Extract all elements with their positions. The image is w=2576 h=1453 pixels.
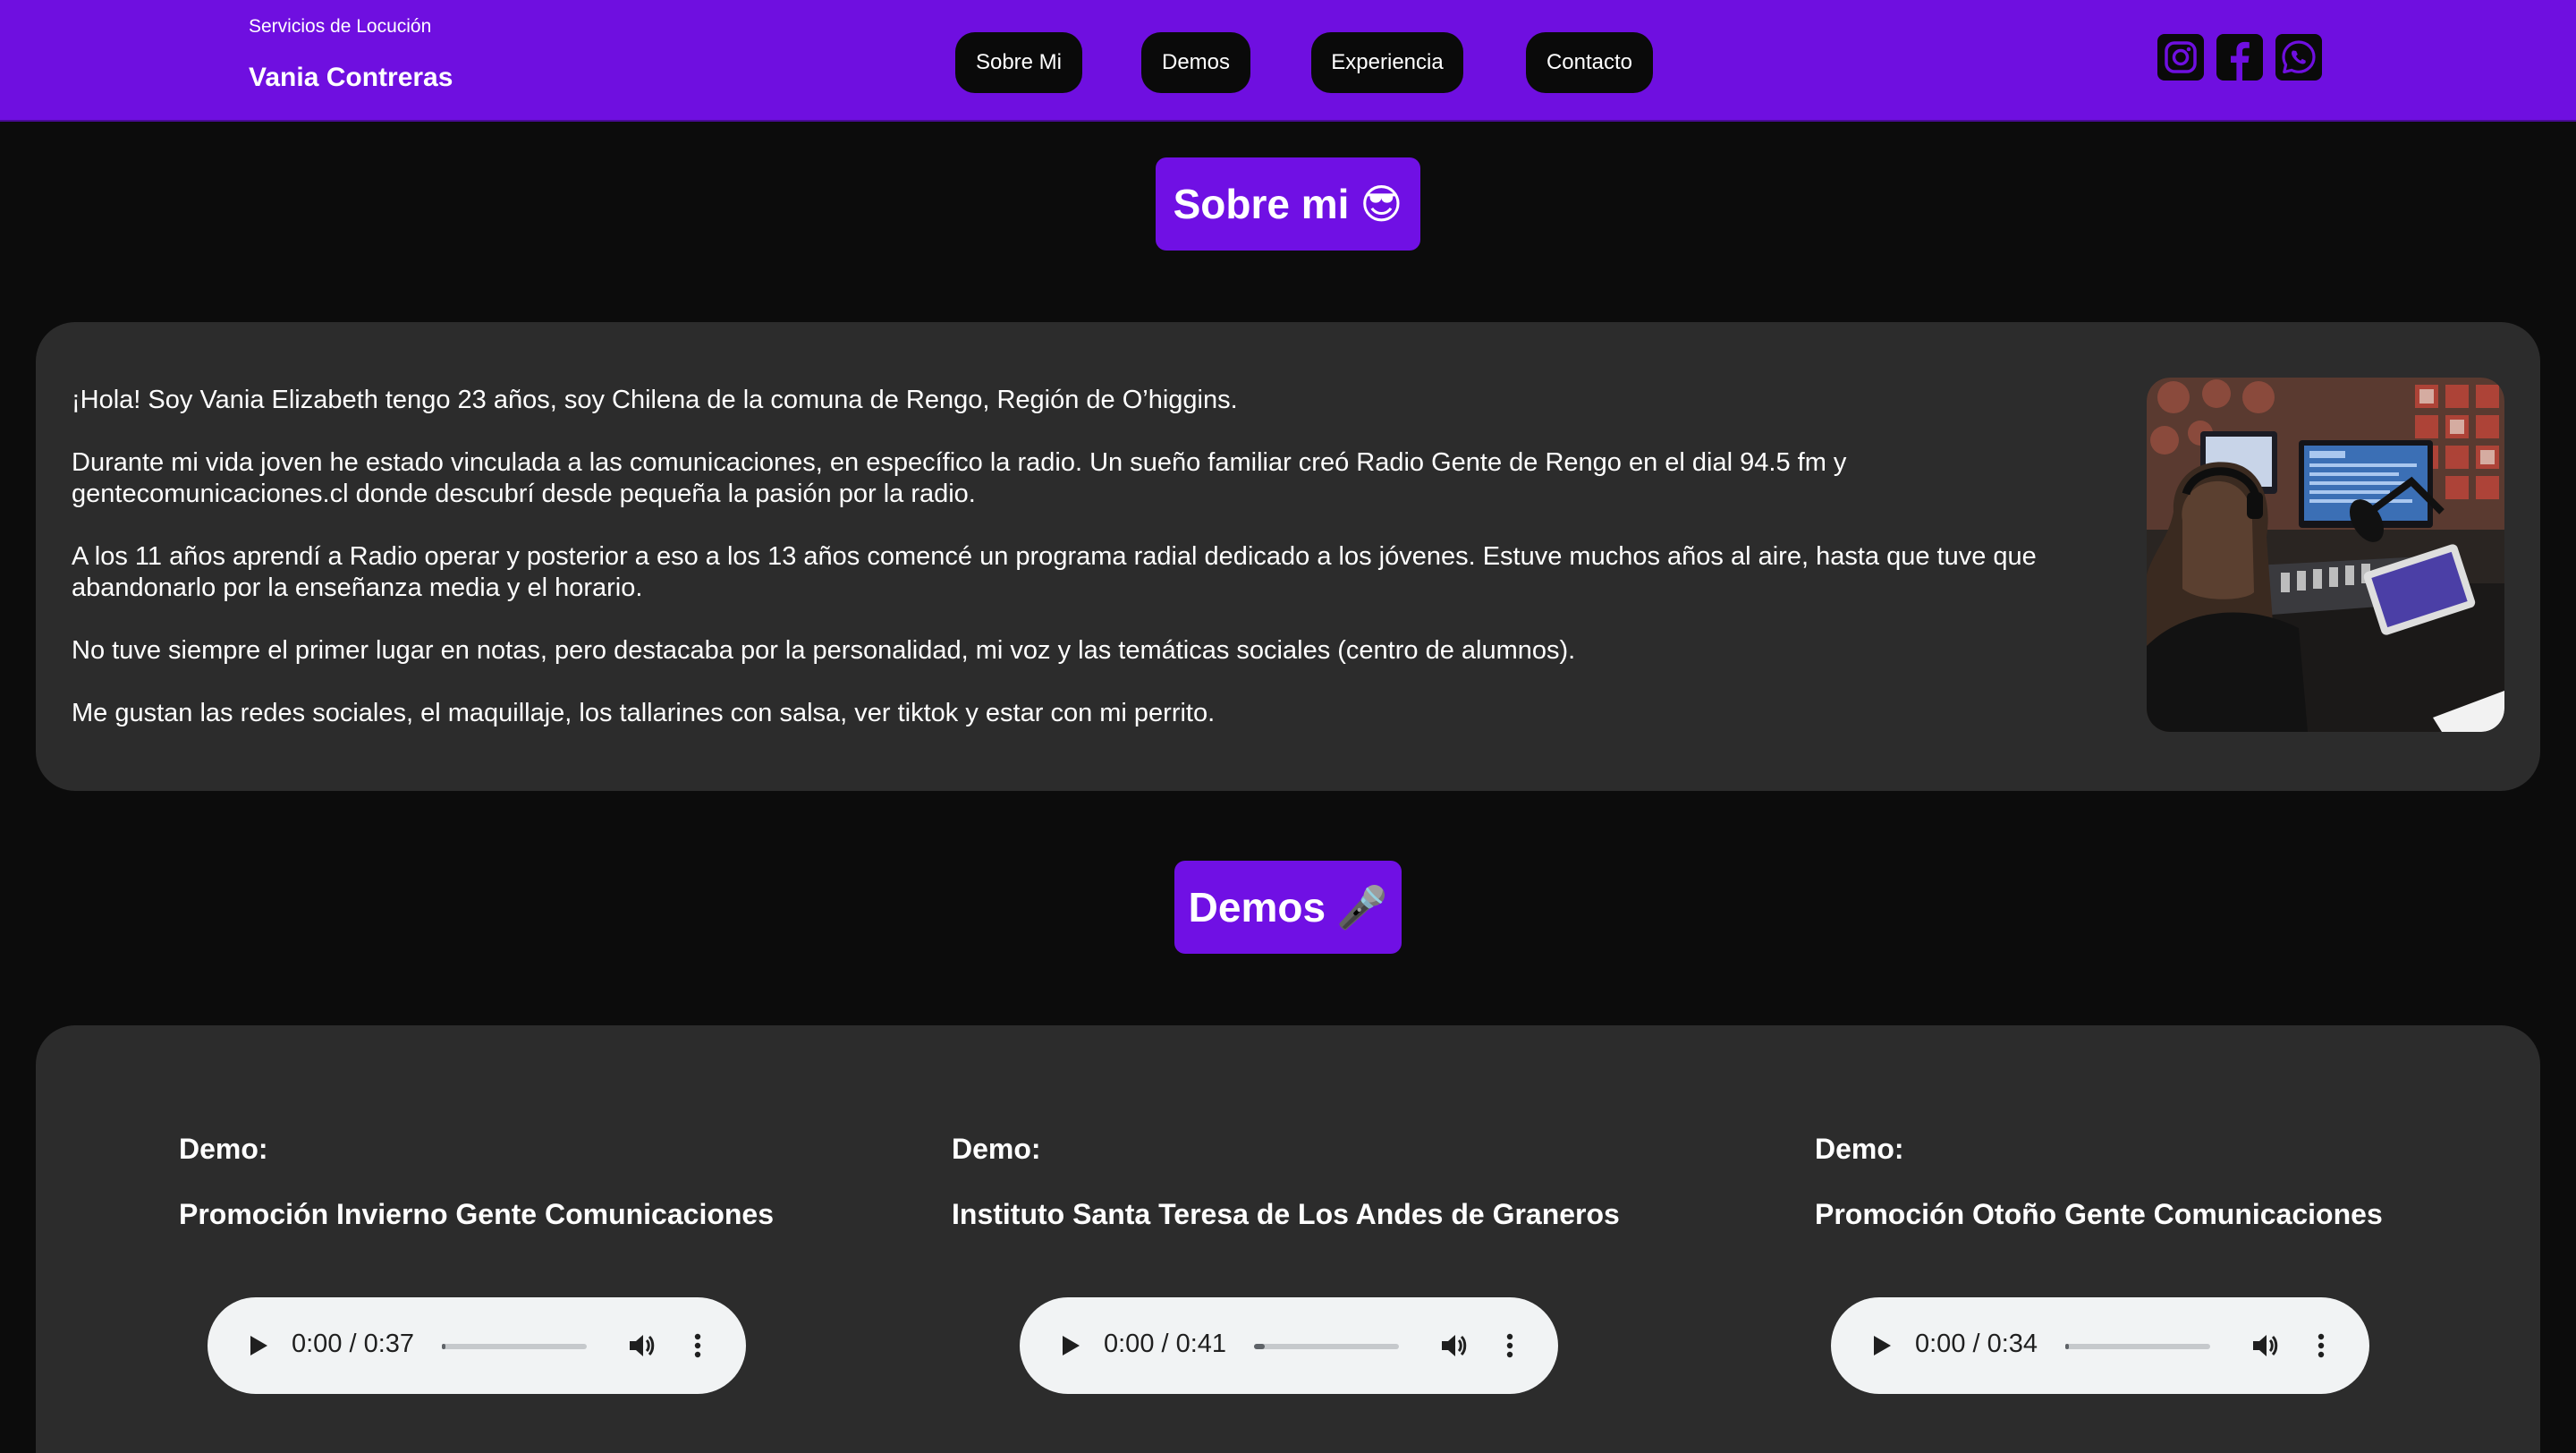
facebook-icon[interactable] xyxy=(2216,34,2263,81)
page: Servicios de Locución Vania Contreras So… xyxy=(0,0,2576,1453)
nav-demos-button[interactable]: Demos xyxy=(1141,32,1250,93)
audio-time: 0:00 / 0:41 xyxy=(1104,1330,1227,1358)
about-paragraph: Durante mi vida joven he estado vinculad… xyxy=(72,448,1847,508)
nav-sobre-mi-button[interactable]: Sobre Mi xyxy=(955,32,1082,93)
about-text: ¡Hola! Soy Vania Elizabeth tengo 23 años… xyxy=(72,385,2129,760)
microphone-emoji-icon: 🎤 xyxy=(1336,883,1388,930)
volume-icon[interactable] xyxy=(626,1330,658,1362)
audio-progress-fill xyxy=(442,1344,445,1349)
more-options-icon[interactable] xyxy=(1499,1330,1521,1362)
demo-label: Demo: xyxy=(952,1133,1041,1165)
demo-item: Demo: Promoción Invierno Gente Comunicac… xyxy=(179,1133,774,1231)
instagram-icon[interactable] xyxy=(2157,34,2204,81)
audio-player: 0:00 / 0:34 xyxy=(1831,1297,2369,1394)
demos-section-title: Demos 🎤 xyxy=(1174,861,1402,954)
nav-contacto-button[interactable]: Contacto xyxy=(1526,32,1653,93)
demos-title-text: Demos xyxy=(1188,884,1326,930)
volume-icon[interactable] xyxy=(2250,1330,2282,1362)
about-paragraph: No tuve siempre el primer lugar en notas… xyxy=(72,636,1576,665)
play-icon[interactable] xyxy=(243,1331,272,1360)
volume-icon[interactable] xyxy=(1438,1330,1470,1362)
demo-item: Demo: Instituto Santa Teresa de Los Ande… xyxy=(952,1133,1620,1231)
audio-progress-slider[interactable] xyxy=(2065,1344,2210,1349)
about-section-title: Sobre mi 😎 xyxy=(1156,157,1420,251)
radio-studio-photo xyxy=(2147,378,2504,732)
audio-time: 0:00 / 0:34 xyxy=(1915,1330,2038,1358)
play-icon[interactable] xyxy=(1055,1331,1084,1360)
audio-player: 0:00 / 0:41 xyxy=(1020,1297,1558,1394)
audio-progress-slider[interactable] xyxy=(1254,1344,1399,1349)
audio-time: 0:00 / 0:37 xyxy=(292,1330,415,1358)
more-options-icon[interactable] xyxy=(2310,1330,2332,1362)
whatsapp-icon[interactable] xyxy=(2275,34,2322,81)
demo-title: Promoción Invierno Gente Comunicaciones xyxy=(179,1198,775,1230)
audio-progress-fill xyxy=(1254,1344,1265,1349)
audio-progress-fill xyxy=(2065,1344,2069,1349)
about-paragraph: Me gustan las redes sociales, el maquill… xyxy=(72,699,1216,727)
play-icon[interactable] xyxy=(1867,1331,1895,1360)
brand-name[interactable]: Vania Contreras xyxy=(249,63,453,93)
demo-item: Demo: Promoción Otoño Gente Comunicacion… xyxy=(1815,1133,2383,1231)
audio-player: 0:00 / 0:37 xyxy=(208,1297,746,1394)
demo-label: Demo: xyxy=(1815,1133,1904,1165)
demo-title: Instituto Santa Teresa de Los Andes de G… xyxy=(952,1198,1620,1230)
demo-title: Promoción Otoño Gente Comunicaciones xyxy=(1815,1198,2383,1230)
audio-progress-slider[interactable] xyxy=(442,1344,587,1349)
brand-subtitle: Servicios de Locución xyxy=(249,16,432,37)
about-paragraph: ¡Hola! Soy Vania Elizabeth tengo 23 años… xyxy=(72,386,1238,414)
nav-experiencia-button[interactable]: Experiencia xyxy=(1311,32,1463,93)
about-title-text: Sobre mi xyxy=(1173,181,1350,227)
sunglasses-emoji-icon: 😎 xyxy=(1360,181,1403,227)
about-paragraph: A los 11 años aprendí a Radio operar y p… xyxy=(72,542,2037,602)
demo-label: Demo: xyxy=(179,1133,268,1165)
more-options-icon[interactable] xyxy=(687,1330,708,1362)
top-navbar: Servicios de Locución Vania Contreras So… xyxy=(0,0,2576,122)
